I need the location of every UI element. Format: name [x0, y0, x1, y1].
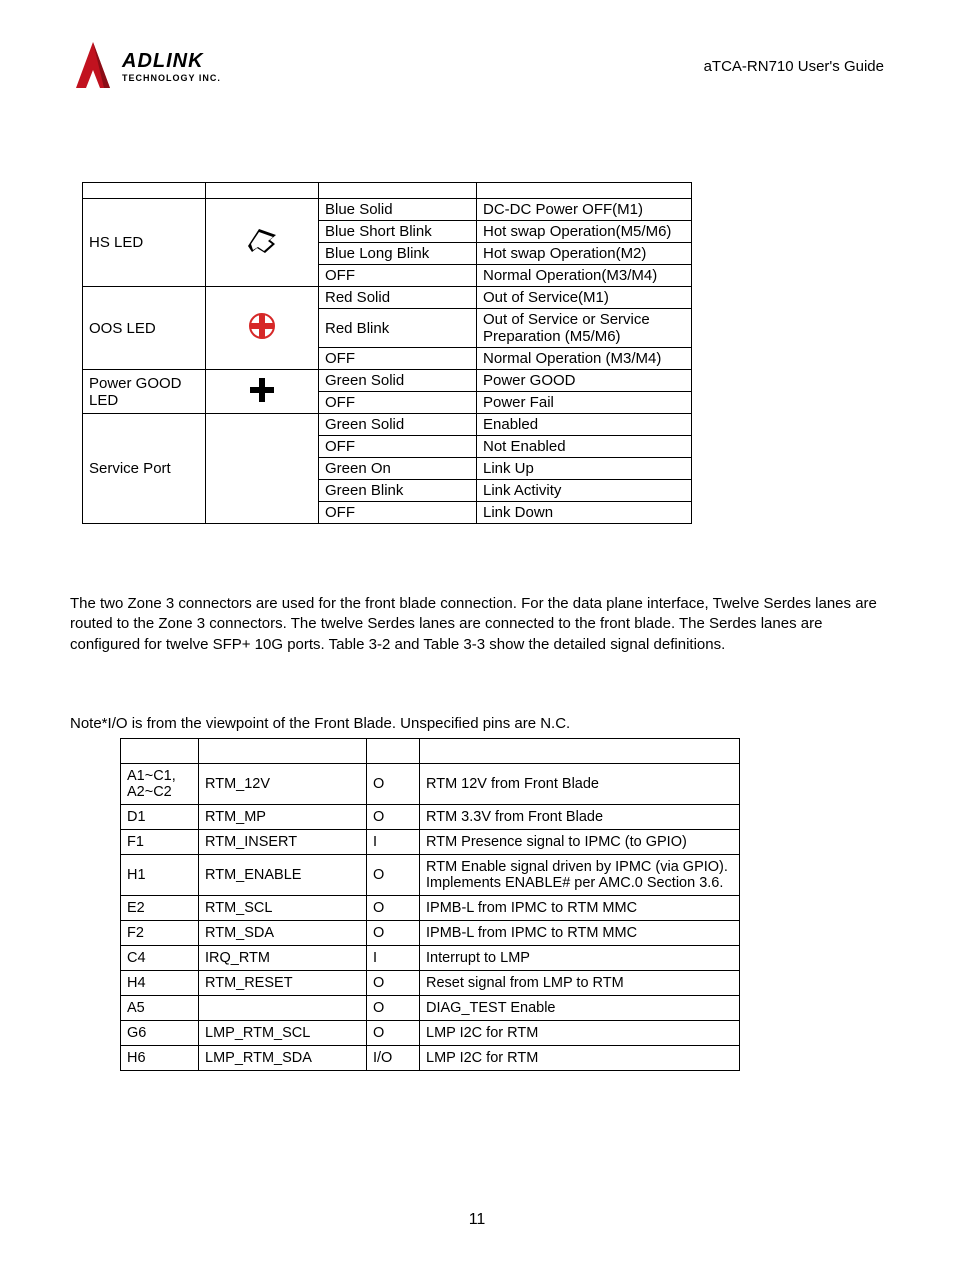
- desc: LMP I2C for RTM: [420, 1045, 740, 1070]
- led-color: Green Solid: [319, 414, 477, 436]
- page-number: 11: [70, 1211, 884, 1229]
- led-color: Blue Long Blink: [319, 243, 477, 265]
- signal: RTM_ENABLE: [199, 854, 367, 895]
- signal: LMP_RTM_SDA: [199, 1045, 367, 1070]
- io: O: [367, 854, 420, 895]
- desc: IPMB-L from IPMC to RTM MMC: [420, 895, 740, 920]
- signal: LMP_RTM_SCL: [199, 1020, 367, 1045]
- led-desc: Link Up: [477, 458, 692, 480]
- logo-mark-icon: [70, 40, 116, 92]
- pin: H1: [121, 854, 199, 895]
- pin: E2: [121, 895, 199, 920]
- signal: [199, 995, 367, 1020]
- pin: C4: [121, 945, 199, 970]
- io: I: [367, 945, 420, 970]
- led-color: OFF: [319, 265, 477, 287]
- led-desc: Normal Operation (M3/M4): [477, 348, 692, 370]
- signal: RTM_SDA: [199, 920, 367, 945]
- led-color: OFF: [319, 348, 477, 370]
- signal: RTM_MP: [199, 804, 367, 829]
- led-color: Green Blink: [319, 480, 477, 502]
- led-desc: Hot swap Operation(M5/M6): [477, 221, 692, 243]
- io: O: [367, 920, 420, 945]
- signal: IRQ_RTM: [199, 945, 367, 970]
- led-name: Power GOOD LED: [83, 370, 206, 414]
- table-note: Note*I/O is from the viewpoint of the Fr…: [70, 715, 884, 732]
- led-color: OFF: [319, 436, 477, 458]
- zone3-paragraph: The two Zone 3 connectors are used for t…: [70, 594, 884, 655]
- pin: A5: [121, 995, 199, 1020]
- document-title: aTCA-RN710 User's Guide: [704, 58, 884, 75]
- led-desc: Out of Service or Service Preparation (M…: [477, 309, 692, 348]
- zone3-pin-table: A1~C1, A2~C2RTM_12VORTM 12V from Front B…: [120, 738, 740, 1071]
- led-desc: Power Fail: [477, 392, 692, 414]
- led-desc: Link Activity: [477, 480, 692, 502]
- desc: RTM Enable signal driven by IPMC (via GP…: [420, 854, 740, 895]
- desc: Reset signal from LMP to RTM: [420, 970, 740, 995]
- led-status-table: HS LED Blue Solid DC-DC Power OFF(M1) Bl…: [82, 182, 692, 524]
- desc: RTM 12V from Front Blade: [420, 763, 740, 804]
- led-desc: Link Down: [477, 502, 692, 524]
- io: O: [367, 763, 420, 804]
- led-name: HS LED: [83, 199, 206, 287]
- led-color: Blue Solid: [319, 199, 477, 221]
- brand-name: ADLINK: [122, 50, 221, 73]
- adlink-logo: ADLINK TECHNOLOGY INC.: [70, 40, 221, 92]
- pin: H4: [121, 970, 199, 995]
- signal: RTM_12V: [199, 763, 367, 804]
- desc: RTM 3.3V from Front Blade: [420, 804, 740, 829]
- pin: D1: [121, 804, 199, 829]
- desc: LMP I2C for RTM: [420, 1020, 740, 1045]
- io: I: [367, 829, 420, 854]
- hs-led-icon: [206, 199, 319, 287]
- pin: A1~C1, A2~C2: [121, 763, 199, 804]
- service-port-icon: [206, 414, 319, 524]
- pin: F2: [121, 920, 199, 945]
- led-desc: Out of Service(M1): [477, 287, 692, 309]
- led-color: Green Solid: [319, 370, 477, 392]
- pin: F1: [121, 829, 199, 854]
- desc: Interrupt to LMP: [420, 945, 740, 970]
- led-desc: Power GOOD: [477, 370, 692, 392]
- signal: RTM_INSERT: [199, 829, 367, 854]
- io: O: [367, 895, 420, 920]
- led-desc: Enabled: [477, 414, 692, 436]
- io: I/O: [367, 1045, 420, 1070]
- desc: IPMB-L from IPMC to RTM MMC: [420, 920, 740, 945]
- led-color: OFF: [319, 392, 477, 414]
- pin: H6: [121, 1045, 199, 1070]
- led-desc: Hot swap Operation(M2): [477, 243, 692, 265]
- pin: G6: [121, 1020, 199, 1045]
- led-color: Blue Short Blink: [319, 221, 477, 243]
- oos-led-icon: [206, 287, 319, 370]
- power-good-led-icon: [206, 370, 319, 414]
- led-desc: DC-DC Power OFF(M1): [477, 199, 692, 221]
- signal: RTM_RESET: [199, 970, 367, 995]
- led-color: OFF: [319, 502, 477, 524]
- desc: DIAG_TEST Enable: [420, 995, 740, 1020]
- io: O: [367, 804, 420, 829]
- desc: RTM Presence signal to IPMC (to GPIO): [420, 829, 740, 854]
- brand-sub: TECHNOLOGY INC.: [122, 73, 221, 83]
- signal: RTM_SCL: [199, 895, 367, 920]
- led-color: Green On: [319, 458, 477, 480]
- led-desc: Not Enabled: [477, 436, 692, 458]
- io: O: [367, 970, 420, 995]
- io: O: [367, 995, 420, 1020]
- led-name: Service Port: [83, 414, 206, 524]
- led-desc: Normal Operation(M3/M4): [477, 265, 692, 287]
- led-name: OOS LED: [83, 287, 206, 370]
- led-color: Red Solid: [319, 287, 477, 309]
- page-header: ADLINK TECHNOLOGY INC. aTCA-RN710 User's…: [70, 40, 884, 92]
- led-color: Red Blink: [319, 309, 477, 348]
- io: O: [367, 1020, 420, 1045]
